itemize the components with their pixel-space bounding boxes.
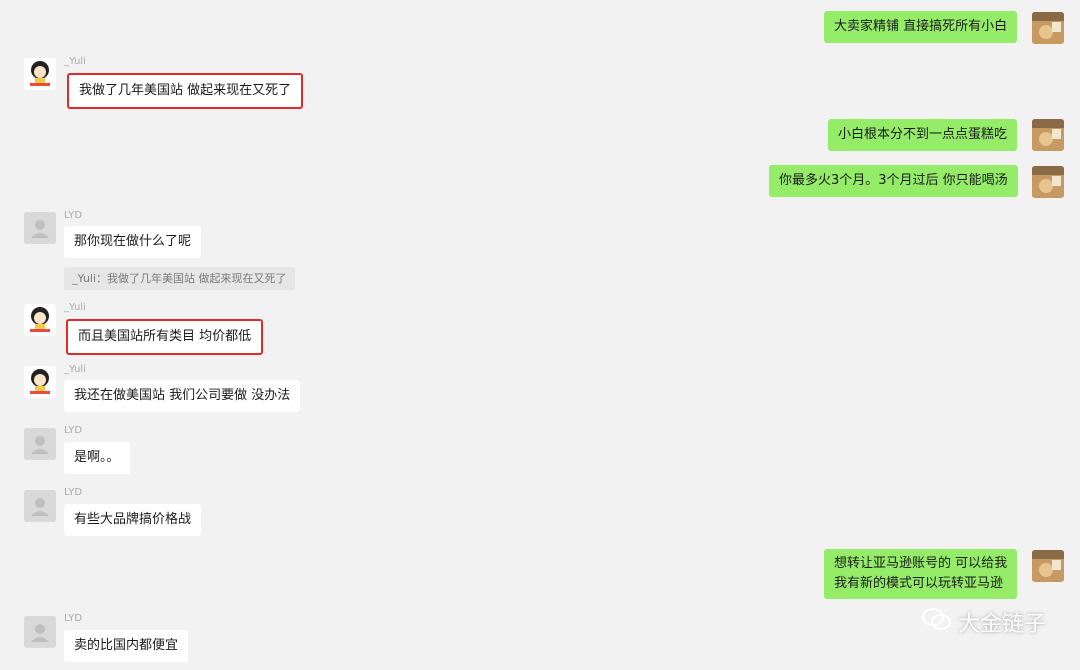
sender-name: LYD (64, 210, 83, 221)
avatar-self[interactable] (1032, 12, 1064, 44)
sender-name: LYD (64, 425, 83, 436)
avatar-self[interactable] (1032, 166, 1064, 198)
avatar-yuli[interactable] (24, 366, 56, 398)
avatar-lyd[interactable] (24, 490, 56, 522)
message-bubble-highlighted[interactable]: 而且美国站所有类目 均价都低 (66, 319, 264, 355)
message-bubble[interactable]: 有些大品牌搞价格战 (64, 504, 202, 536)
message-bubble[interactable]: 小白根本分不到一点点蛋糕吃 (828, 119, 1018, 151)
avatar-lyd[interactable] (24, 616, 56, 648)
avatar-lyd[interactable] (24, 212, 56, 244)
watermark: 大金链子 (921, 606, 1046, 638)
quoted-message[interactable]: _Yuli：我做了几年美国站 做起来现在又死了 (64, 267, 295, 290)
sender-name: LYD (64, 487, 83, 498)
avatar-self[interactable] (1032, 550, 1064, 582)
message-bubble[interactable]: 我还在做美国站 我们公司要做 没办法 (64, 380, 301, 412)
message-bubble[interactable]: 你最多火3个月。3个月过后 你只能喝汤 (769, 165, 1018, 197)
message-line: 我有新的模式可以玩转亚马逊 (834, 576, 1004, 591)
message-bubble[interactable]: 卖的比国内都便宜 (64, 630, 189, 662)
message-bubble[interactable]: 是啊。。 (64, 442, 130, 474)
avatar-yuli[interactable] (24, 58, 56, 90)
message-line: 想转让亚马逊账号的 可以给我 (834, 556, 1008, 571)
avatar-lyd[interactable] (24, 428, 56, 460)
sender-name: LYD (64, 613, 83, 624)
avatar-yuli[interactable] (24, 304, 56, 336)
message-bubble[interactable]: 想转让亚马逊账号的 可以给我 我有新的模式可以玩转亚马逊 (824, 549, 1018, 599)
message-bubble-highlighted[interactable]: 我做了几年美国站 做起来现在又死了 (67, 73, 304, 109)
sender-name: _Yuli (64, 364, 86, 375)
message-bubble[interactable]: 大卖家精铺 直接搞死所有小白 (824, 11, 1018, 43)
sender-name: _Yuli (64, 302, 86, 313)
wechat-icon (921, 607, 952, 637)
sender-name: _Yuli (64, 56, 86, 67)
message-bubble[interactable]: 那你现在做什么了呢 (64, 226, 202, 258)
watermark-text: 大金链子 (957, 612, 1046, 637)
avatar-self[interactable] (1032, 119, 1064, 151)
